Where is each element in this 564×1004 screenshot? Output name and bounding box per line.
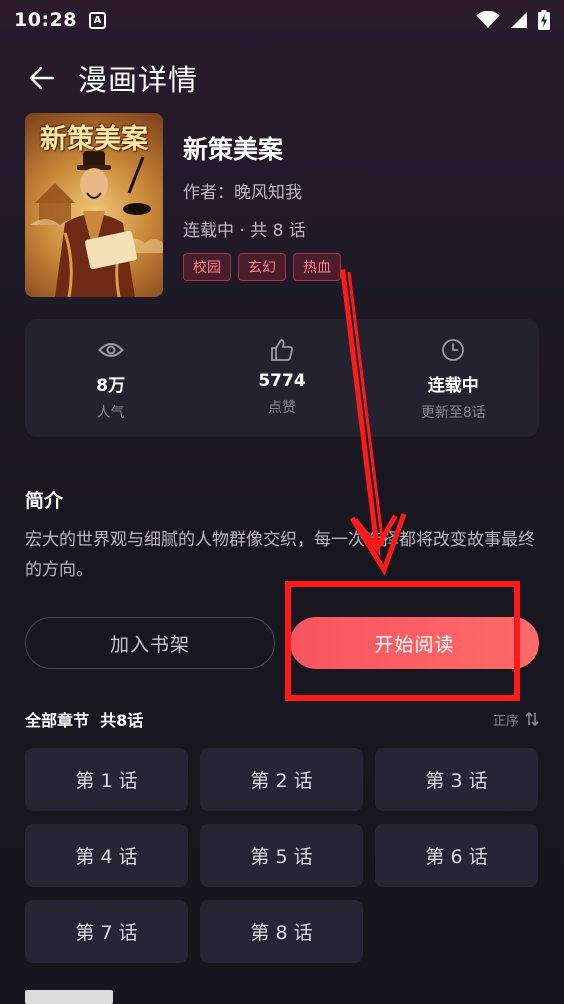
stat-label: 更新至8话 <box>420 405 486 421</box>
sort-arrows-icon <box>525 711 539 727</box>
chapter-button[interactable]: 第 1 话 <box>25 748 188 811</box>
intro-title: 简介 <box>25 490 64 512</box>
stat-likes: 5774 点赞 <box>196 319 367 437</box>
page-title: 漫画详情 <box>78 63 199 97</box>
arrow-left-icon <box>29 66 55 90</box>
accessibility-a-icon: A <box>88 11 106 29</box>
back-button[interactable] <box>22 58 62 98</box>
start-reading-button[interactable]: 开始阅读 <box>290 617 539 669</box>
battery-icon <box>538 10 550 30</box>
chapter-button[interactable]: 第 4 话 <box>25 824 188 887</box>
clock-icon <box>442 339 465 361</box>
comic-tags: 校园 玄幻 热血 <box>183 253 341 281</box>
chapter-button[interactable]: 第 3 话 <box>375 748 538 811</box>
tag-badge: 玄幻 <box>238 253 286 281</box>
stats-card: 8万 人气 5774 点赞 连载中 更新至8话 <box>25 319 539 437</box>
chapter-button[interactable]: 第 5 话 <box>200 824 363 887</box>
intro-text: 宏大的世界观与细腻的人物群像交织，每一次选择都将改变故事最终的方向。 <box>25 530 535 580</box>
stat-popularity: 8万 人气 <box>25 319 196 437</box>
chapter-button[interactable]: 第 8 话 <box>200 900 363 963</box>
stat-label: 点赞 <box>267 400 296 416</box>
chapter-button[interactable]: 第 7 话 <box>25 900 188 963</box>
wifi-icon <box>476 11 500 28</box>
comic-cover: 新策美案 <box>25 113 163 297</box>
sort-label: 正序 <box>492 713 519 729</box>
stat-value: 连载中 <box>427 376 479 396</box>
chapters-header: 全部章节 共8话 正序 <box>25 707 539 731</box>
next-section-heading-clipped <box>25 990 113 1004</box>
stat-update: 连载中 更新至8话 <box>368 319 539 437</box>
comic-status: 连载中 · 共 8 话 <box>183 221 306 241</box>
cover-title: 新策美案 <box>40 124 148 155</box>
signal-icon <box>511 12 527 28</box>
thumbs-up-icon <box>271 339 293 361</box>
app-bar: 漫画详情 <box>0 54 564 102</box>
stat-value: 8万 <box>96 376 126 396</box>
eye-icon <box>97 343 124 357</box>
comic-title: 新策美案 <box>183 135 284 164</box>
chapters-title: 全部章节 共8话 <box>25 711 144 730</box>
stat-value: 5774 <box>258 371 306 391</box>
chapter-grid: 第 1 话 第 2 话 第 3 话 第 4 话 第 5 话 第 6 话 第 7 … <box>25 748 539 963</box>
comic-info: 新策美案 作者：晚风知我 连载中 · 共 8 话 校园 玄幻 热血 <box>183 130 341 281</box>
sort-toggle-button[interactable]: 正序 <box>493 710 539 729</box>
status-icons <box>476 10 550 30</box>
tag-badge: 热血 <box>293 253 341 281</box>
chapter-button[interactable]: 第 2 话 <box>200 748 363 811</box>
stat-label: 人气 <box>96 405 125 421</box>
tag-badge: 校园 <box>183 253 231 281</box>
status-time: 10:28 <box>14 9 77 31</box>
status-bar: 10:28 A <box>0 0 564 40</box>
chapter-button[interactable]: 第 6 话 <box>375 824 538 887</box>
comic-author: 作者：晚风知我 <box>183 183 302 203</box>
add-to-shelf-button[interactable]: 加入书架 <box>25 617 275 669</box>
